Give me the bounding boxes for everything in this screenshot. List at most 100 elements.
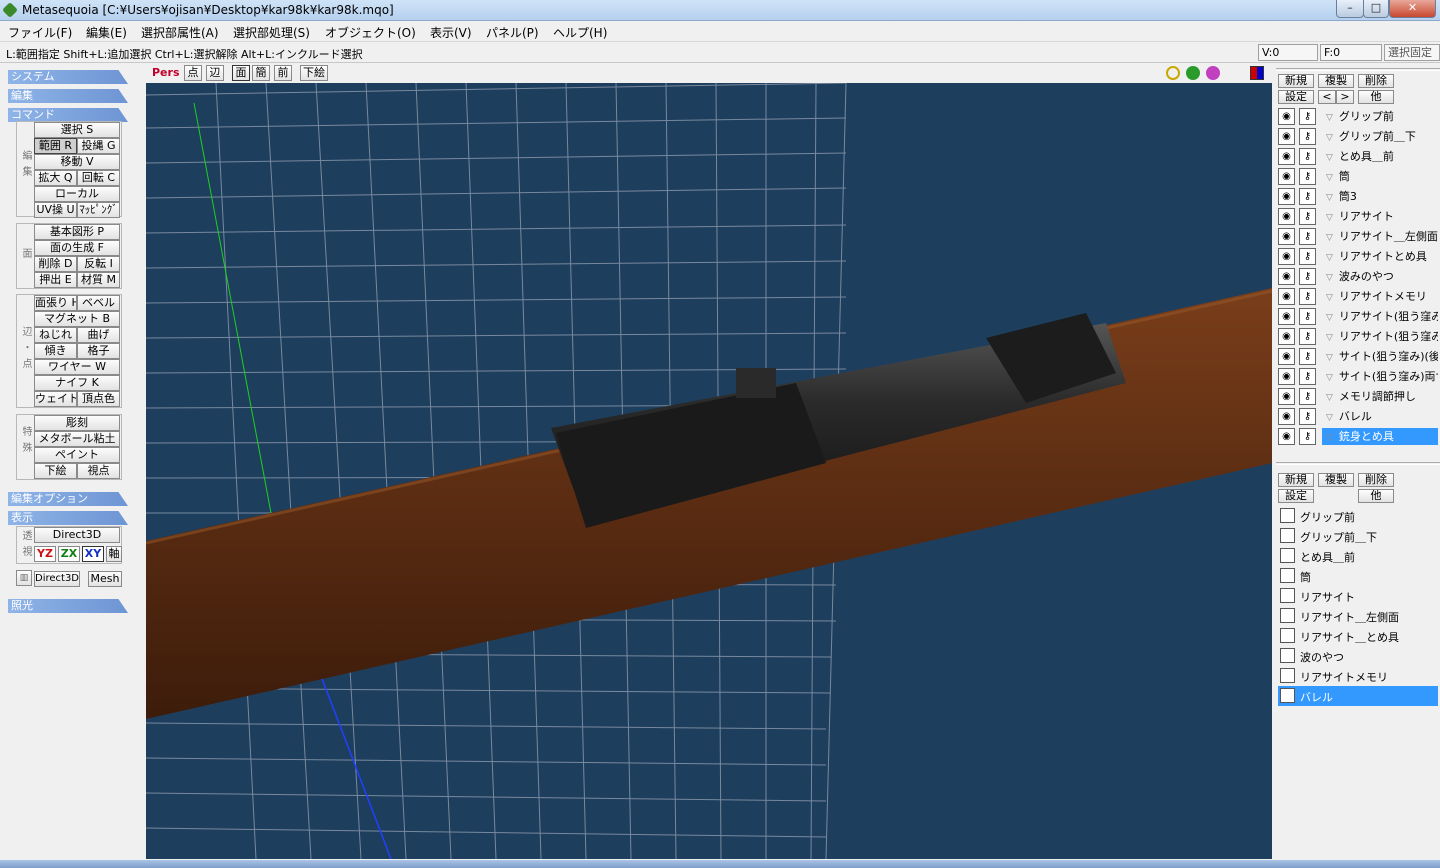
object-row[interactable]: ◉ ⚷ ▽ リアサイト(狙う窪み)	[1278, 307, 1438, 326]
minimize-button[interactable]: –	[1336, 0, 1364, 18]
lattice-button[interactable]: 格子	[77, 343, 120, 359]
face-generate-button[interactable]: 面の生成 F	[34, 240, 120, 256]
material-color-swatch[interactable]	[1280, 568, 1295, 583]
menu-help[interactable]: ヘルプ(H)	[553, 24, 607, 41]
tilt-button[interactable]: 傾き	[34, 343, 77, 359]
bevel-button[interactable]: ベベル	[77, 295, 120, 311]
menu-selection-attr[interactable]: 選択部属性(A)	[141, 24, 219, 41]
object-name-cell[interactable]: ▽ グリップ前	[1322, 108, 1438, 125]
eye-icon[interactable]: ◉	[1278, 168, 1295, 185]
underlay-view-button[interactable]: 下絵	[300, 65, 328, 81]
material-copy-button[interactable]: 複製	[1318, 473, 1354, 487]
section-display[interactable]: 表示	[8, 511, 128, 525]
object-copy-button[interactable]: 複製	[1318, 74, 1354, 88]
delete-button[interactable]: 削除 D	[34, 256, 77, 272]
eye-icon[interactable]: ◉	[1278, 308, 1295, 325]
quad-view-icon[interactable]: ▥	[16, 570, 32, 586]
edge-mode-button[interactable]: 辺	[206, 65, 224, 81]
menu-file[interactable]: ファイル(F)	[8, 24, 72, 41]
object-new-button[interactable]: 新規	[1278, 74, 1314, 88]
object-row[interactable]: ◉ ⚷ ▽ リアサイト	[1278, 207, 1438, 226]
expand-icon[interactable]: ▽	[1326, 333, 1333, 343]
rotate-button[interactable]: 回転 C	[77, 170, 120, 186]
expand-icon[interactable]: ▽	[1326, 313, 1333, 323]
lock-icon[interactable]: ⚷	[1299, 108, 1316, 125]
material-row[interactable]: 筒	[1278, 566, 1438, 586]
maximize-button[interactable]: □	[1363, 0, 1389, 18]
material-color-swatch[interactable]	[1280, 628, 1295, 643]
material-new-button[interactable]: 新規	[1278, 473, 1314, 487]
mapping-button[interactable]: ﾏｯﾋﾟﾝｸﾞ	[77, 202, 120, 218]
close-button[interactable]: ✕	[1389, 0, 1436, 18]
rotate-view-icon[interactable]	[1206, 66, 1220, 80]
selection-lock-button[interactable]: 選択固定	[1384, 44, 1440, 61]
expand-icon[interactable]: ▽	[1326, 233, 1333, 243]
vertex-color-button[interactable]: 頂点色	[77, 391, 120, 407]
select-button[interactable]: 選択 S	[34, 122, 120, 138]
viewpoint-button[interactable]: 視点	[77, 463, 120, 479]
material-button[interactable]: 材質 M	[77, 272, 120, 288]
expand-icon[interactable]: ▽	[1326, 273, 1333, 283]
front-button[interactable]: 前	[274, 65, 292, 81]
carve-button[interactable]: 彫刻	[34, 415, 120, 431]
lock-icon[interactable]: ⚷	[1299, 408, 1316, 425]
uv-button[interactable]: UV操 U	[34, 202, 77, 218]
eye-icon[interactable]: ◉	[1278, 208, 1295, 225]
material-row[interactable]: とめ具＿前	[1278, 546, 1438, 566]
object-row[interactable]: ◉ ⚷ ▽ リアサイトメモリ	[1278, 287, 1438, 306]
extrude-button[interactable]: 押出 E	[34, 272, 77, 288]
direct3d-small-button[interactable]: Direct3D	[34, 571, 80, 587]
lock-icon[interactable]: ⚷	[1299, 188, 1316, 205]
eye-icon[interactable]: ◉	[1278, 388, 1295, 405]
material-settings-button[interactable]: 設定	[1278, 489, 1314, 503]
lock-icon[interactable]: ⚷	[1299, 248, 1316, 265]
knife-button[interactable]: ナイフ K	[34, 375, 120, 391]
menu-panel[interactable]: パネル(P)	[486, 24, 539, 41]
lock-icon[interactable]: ⚷	[1299, 328, 1316, 345]
eye-icon[interactable]: ◉	[1278, 428, 1295, 445]
lock-icon[interactable]: ⚷	[1299, 268, 1316, 285]
expand-icon[interactable]: ▽	[1326, 413, 1333, 423]
primitive-button[interactable]: 基本図形 P	[34, 224, 120, 240]
expand-icon[interactable]: ▽	[1326, 293, 1333, 303]
eye-icon[interactable]: ◉	[1278, 228, 1295, 245]
lasso-button[interactable]: 投縄 G	[77, 138, 120, 154]
expand-icon[interactable]: ▽	[1326, 253, 1333, 263]
eye-icon[interactable]: ◉	[1278, 408, 1295, 425]
face-mode-button[interactable]: 面	[232, 65, 250, 81]
object-prev-button[interactable]: <	[1318, 90, 1336, 104]
object-name-cell[interactable]: ▽ グリップ前＿下	[1322, 128, 1438, 145]
projection-mode[interactable]: Pers	[152, 66, 180, 79]
lock-icon[interactable]: ⚷	[1299, 348, 1316, 365]
lock-icon[interactable]: ⚷	[1299, 148, 1316, 165]
color-icon[interactable]	[1250, 66, 1264, 80]
material-color-swatch[interactable]	[1280, 648, 1295, 663]
material-color-swatch[interactable]	[1280, 608, 1295, 623]
eye-icon[interactable]: ◉	[1278, 248, 1295, 265]
object-row[interactable]: ◉ ⚷ ▽ リアサイト(狙う窪み)	[1278, 327, 1438, 346]
object-name-cell[interactable]: ▽ サイト(狙う窪み)(後ろ	[1322, 348, 1438, 365]
bend-button[interactable]: 曲げ	[77, 327, 120, 343]
object-row[interactable]: ◉ ⚷ ▽ 筒3	[1278, 187, 1438, 206]
object-name-cell[interactable]: ▽ リアサイトとめ具	[1322, 248, 1438, 265]
metaball-button[interactable]: メタボール粘土	[34, 431, 120, 447]
wire-button[interactable]: ワイヤー W	[34, 359, 120, 375]
vertex-mode-button[interactable]: 点	[184, 65, 202, 81]
section-edit-option[interactable]: 編集オプション	[8, 492, 128, 506]
material-row[interactable]: リアサイトメモリ	[1278, 666, 1438, 686]
lock-icon[interactable]: ⚷	[1299, 388, 1316, 405]
object-row[interactable]: ◉ ⚷ ▽ リアサイトとめ具	[1278, 247, 1438, 266]
eye-icon[interactable]: ◉	[1278, 368, 1295, 385]
material-color-swatch[interactable]	[1280, 548, 1295, 563]
object-name-cell[interactable]: ▽ リアサイトメモリ	[1322, 288, 1438, 305]
expand-icon[interactable]: ▽	[1326, 173, 1333, 183]
menu-selection-proc[interactable]: 選択部処理(S)	[233, 24, 310, 41]
eye-icon[interactable]: ◉	[1278, 108, 1295, 125]
lock-icon[interactable]: ⚷	[1299, 428, 1316, 445]
object-name-cell[interactable]: ▽ 波みのやつ	[1322, 268, 1438, 285]
expand-icon[interactable]: ▽	[1326, 193, 1333, 203]
object-row[interactable]: ◉ ⚷ ▽ グリップ前＿下	[1278, 127, 1438, 146]
section-light[interactable]: 照光	[8, 599, 128, 613]
object-name-cell[interactable]: ▽ メモリ調節押し	[1322, 388, 1438, 405]
object-other-button[interactable]: 他	[1358, 90, 1394, 104]
